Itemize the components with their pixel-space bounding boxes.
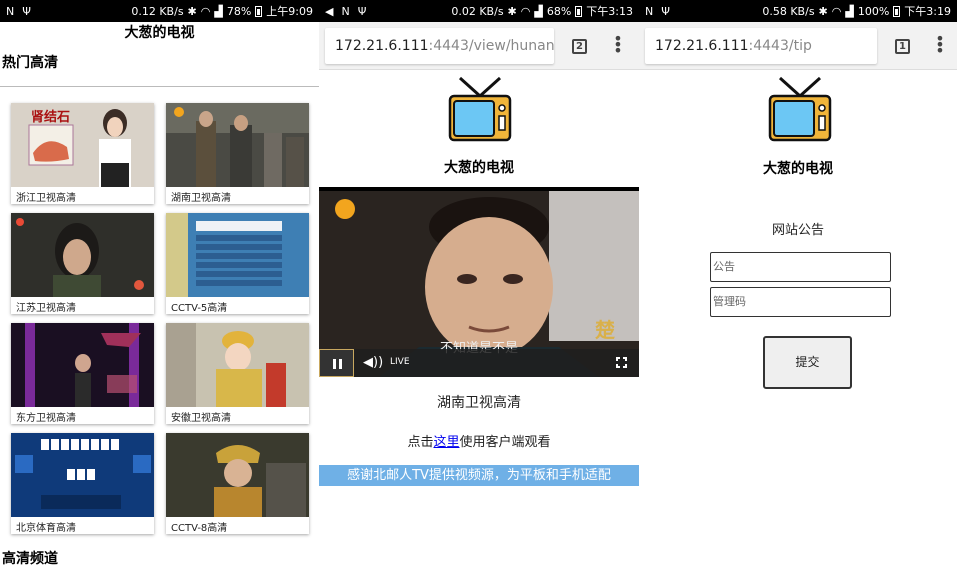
divider (0, 86, 319, 87)
section-hot-title: 热门高清 (2, 55, 58, 71)
admin-code-input[interactable]: 管理码 (710, 287, 891, 317)
status-bar: N Ψ 0.12 KB/s ✱ ◠ ▟ 78% 上午9:09 (0, 0, 319, 22)
url-path: :4443/tip (748, 38, 812, 54)
channel-label: 江苏卫视高清 (16, 303, 76, 314)
signal-icon: ▟ (534, 4, 543, 18)
channel-label: 北京体育高清 (16, 523, 76, 534)
site-title: 大葱的电视 (444, 160, 514, 176)
overflow-menu-icon[interactable]: • • • (613, 31, 623, 59)
tv-logo (768, 76, 832, 146)
volume-icon: ◀ (325, 4, 334, 18)
video-player[interactable]: 楚 不知道是不是 ◀)) LIVE (319, 187, 639, 377)
status-bar: ◀ N Ψ 0.02 KB/s ✱ ◠ ▟ 68% 下午3:13 (319, 0, 639, 22)
channel-thumbnail (11, 213, 154, 297)
network-speed: 0.12 KB/s (131, 4, 184, 18)
channel-name: 湖南卫视高清 (437, 395, 521, 411)
battery-percent: 78% (226, 4, 252, 18)
client-prefix: 点击 (407, 435, 434, 450)
channel-label: 东方卫视高清 (16, 413, 76, 424)
tab-switcher-button[interactable]: 1 (895, 39, 910, 54)
bluetooth-icon: ✱ (187, 4, 197, 18)
tab-switcher-button[interactable]: 2 (572, 39, 587, 54)
wifi-icon: ◠ (520, 4, 531, 18)
channel-card-jiangsu[interactable]: 江苏卫视高清 (11, 213, 154, 314)
usb-icon: Ψ (22, 4, 31, 18)
channel-label: 安徽卫视高清 (171, 413, 231, 424)
clock: 上午9:09 (266, 5, 313, 18)
fullscreen-icon[interactable] (615, 356, 628, 369)
client-link[interactable]: 这里 (433, 435, 459, 450)
phone-screen-notice: N Ψ 0.58 KB/s ✱ ◠ ▟ 100% 下午3:19 172.21.6… (639, 0, 957, 569)
overflow-menu-icon[interactable]: • • • (935, 31, 945, 59)
tv-logo (448, 76, 512, 146)
channel-label: CCTV-5高清 (171, 303, 228, 314)
channel-thumbnail (11, 323, 154, 407)
browser-toolbar: 172.21.6.111:4443/view/hunanhd 2 ••• (319, 22, 639, 70)
page-title: 大葱的电视 (124, 25, 195, 41)
battery-icon (893, 5, 901, 17)
live-indicator: LIVE (390, 357, 410, 367)
url-bar[interactable]: 172.21.6.111:4443/tip (645, 28, 877, 64)
pause-button[interactable] (319, 349, 354, 377)
channel-thumbnail (11, 433, 154, 517)
phone-screen-home: N Ψ 0.12 KB/s ✱ ◠ ▟ 78% 上午9:09 大葱的电视 热门高… (0, 0, 319, 569)
channel-card-cctv8[interactable]: CCTV-8高清 (166, 433, 309, 534)
wifi-icon: ◠ (200, 4, 211, 18)
thanks-banner: 感谢北邮人TV提供视频源，为平板和手机适配 (319, 465, 639, 486)
notice-heading: 网站公告 (771, 223, 824, 238)
wifi-icon: ◠ (831, 4, 842, 18)
network-speed: 0.58 KB/s (762, 4, 815, 18)
channel-card-dongfang[interactable]: 东方卫视高清 (11, 323, 154, 424)
clock: 下午3:19 (904, 5, 951, 18)
nfc-icon: N (645, 4, 654, 18)
section-hd-title: 高清频道 (2, 551, 58, 567)
submit-button[interactable]: 提交 (763, 336, 852, 389)
channel-thumbnail (166, 103, 309, 187)
notice-input[interactable]: 公告 (710, 252, 891, 282)
channel-card-anhui[interactable]: 安徽卫视高清 (166, 323, 309, 424)
usb-icon: Ψ (661, 4, 670, 18)
status-bar: N Ψ 0.58 KB/s ✱ ◠ ▟ 100% 下午3:19 (639, 0, 957, 22)
channel-thumbnail (166, 433, 309, 517)
client-prompt: 点击这里使用客户端观看 (319, 431, 639, 450)
channel-label: 浙江卫视高清 (16, 193, 76, 204)
channel-thumbnail (166, 323, 309, 407)
bluetooth-icon: ✱ (818, 4, 828, 18)
battery-icon (575, 5, 583, 17)
browser-toolbar: 172.21.6.111:4443/tip 1 • • • (639, 22, 957, 70)
channel-thumbnail: 肾结石 (11, 103, 154, 187)
bluetooth-icon: ✱ (507, 4, 517, 18)
url-host: 172.21.6.111 (335, 38, 429, 54)
channel-card-beijing-sports[interactable]: 北京体育高清 (11, 433, 154, 534)
signal-icon: ▟ (845, 4, 854, 18)
battery-percent: 68% (546, 4, 572, 18)
client-suffix: 使用客户端观看 (459, 435, 551, 450)
channel-label: CCTV-8高清 (171, 523, 228, 534)
url-host: 172.21.6.111 (655, 38, 749, 54)
signal-icon: ▟ (214, 4, 223, 18)
usb-icon: Ψ (357, 4, 367, 18)
battery-percent: 100% (857, 4, 890, 18)
nfc-icon: N (341, 4, 350, 18)
channel-thumbnail (166, 213, 309, 297)
phone-screen-player: ◀ N Ψ 0.02 KB/s ✱ ◠ ▟ 68% 下午3:13 172.21.… (319, 0, 639, 569)
channel-label: 湖南卫视高清 (171, 193, 231, 204)
url-path: :4443/view/hunanhd (428, 38, 554, 54)
nfc-icon: N (6, 4, 15, 18)
channel-card-cctv5[interactable]: CCTV-5高清 (166, 213, 309, 314)
battery-icon (255, 5, 263, 17)
svg-text:肾结石: 肾结石 (31, 109, 70, 125)
video-controls: ◀)) LIVE (319, 349, 639, 377)
clock: 下午3:13 (586, 5, 633, 18)
url-bar[interactable]: 172.21.6.111:4443/view/hunanhd (325, 28, 554, 64)
channel-card-hunan[interactable]: 湖南卫视高清 (166, 103, 309, 204)
channel-card-zhejiang[interactable]: 肾结石 浙江卫视高清 (11, 103, 154, 204)
network-speed: 0.02 KB/s (451, 4, 504, 18)
volume-icon[interactable]: ◀)) (363, 355, 383, 370)
site-title: 大葱的电视 (763, 161, 833, 177)
